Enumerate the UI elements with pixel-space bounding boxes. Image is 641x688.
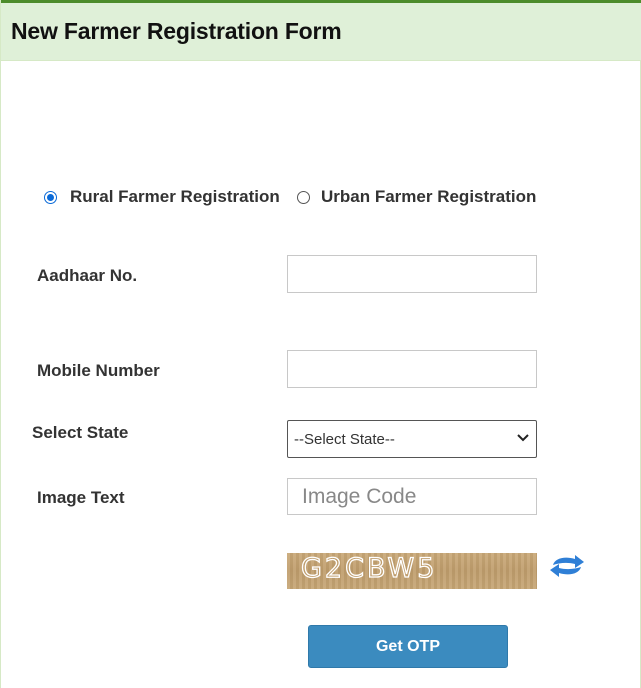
registration-panel: New Farmer Registration Form Rural Farme… bbox=[0, 0, 641, 688]
form-header: New Farmer Registration Form bbox=[1, 0, 641, 61]
page-title: New Farmer Registration Form bbox=[11, 18, 342, 44]
state-select[interactable]: --Select State-- bbox=[287, 420, 537, 458]
captcha-image: G2CBW5 bbox=[287, 553, 537, 589]
get-otp-button[interactable]: Get OTP bbox=[308, 625, 508, 668]
mobile-field[interactable] bbox=[287, 350, 537, 388]
state-label: Select State bbox=[32, 423, 129, 442]
rural-radio-label[interactable]: Rural Farmer Registration bbox=[70, 187, 280, 207]
aadhaar-label: Aadhaar No. bbox=[37, 266, 138, 285]
rural-radio[interactable] bbox=[44, 191, 57, 204]
captcha-text: G2CBW5 bbox=[300, 553, 438, 585]
urban-radio-label[interactable]: Urban Farmer Registration bbox=[321, 187, 536, 207]
image-code-field[interactable] bbox=[287, 478, 537, 515]
chevron-down-icon bbox=[517, 434, 529, 442]
state-select-value: --Select State-- bbox=[294, 431, 395, 448]
urban-radio[interactable] bbox=[297, 191, 310, 204]
aadhaar-field[interactable] bbox=[287, 255, 537, 293]
mobile-label: Mobile Number bbox=[37, 361, 160, 380]
refresh-icon[interactable] bbox=[547, 553, 587, 579]
image-text-label: Image Text bbox=[37, 488, 125, 507]
